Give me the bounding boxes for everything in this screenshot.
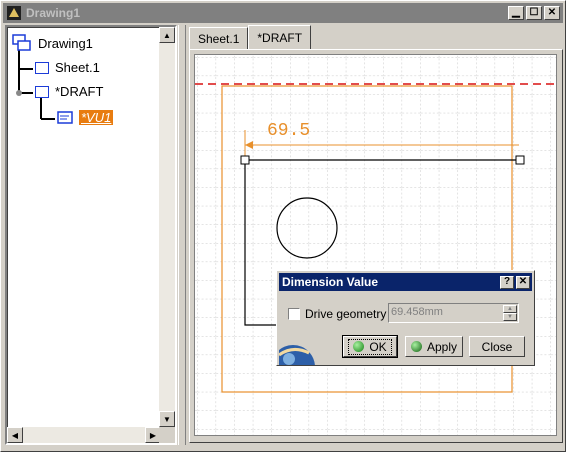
ok-label: OK: [369, 339, 387, 354]
apply-label: Apply: [426, 339, 458, 354]
close-icon: ✕: [547, 7, 557, 18]
drawing-canvas[interactable]: 69.5: [194, 54, 557, 436]
dimension-value-dialog: Dimension Value ? ✕ Drive geometry 69.45…: [276, 270, 535, 366]
dialog-close-icon-button[interactable]: ✕: [516, 275, 530, 289]
dialog-title: Dimension Value: [282, 275, 379, 289]
drawing-sheet: 69.5: [195, 55, 556, 435]
close-label: Close: [481, 339, 513, 354]
dimension-value-text: 69.458mm: [391, 306, 443, 318]
tree-item-label: Drawing1: [38, 35, 93, 51]
help-icon: ?: [503, 276, 511, 287]
tree-item-label: *DRAFT: [55, 84, 104, 99]
app-window: Drawing1 ▁ ☐ ✕ Drawing1 Sheet.1 *DRAFT *…: [0, 0, 566, 452]
tree-item-drawing1[interactable]: Drawing1: [11, 33, 93, 53]
scroll-down-button[interactable]: ▼: [159, 411, 175, 427]
scroll-up-button[interactable]: ▲: [159, 27, 175, 43]
tree-item-sheet1[interactable]: Sheet.1: [35, 60, 100, 75]
spin-down-icon[interactable]: ▼: [503, 313, 517, 321]
sheet-tabs: Sheet.1 *DRAFT: [189, 25, 312, 49]
value-spinner[interactable]: ▲ ▼: [503, 305, 517, 321]
spin-up-icon[interactable]: ▲: [503, 305, 517, 313]
close-window-button[interactable]: ✕: [544, 6, 560, 20]
drive-geometry-label: Drive geometry: [305, 307, 387, 321]
dialog-title-bar[interactable]: Dimension Value ? ✕: [279, 273, 532, 291]
tab-draft[interactable]: *DRAFT: [248, 25, 312, 49]
tree-item-draft[interactable]: *DRAFT: [35, 84, 103, 99]
specification-tree[interactable]: Drawing1 Sheet.1 *DRAFT *VU1 ▲ ▼ ◀ ▶: [5, 25, 177, 445]
window-title: Drawing1: [26, 6, 81, 20]
title-bar[interactable]: Drawing1 ▁ ☐ ✕: [3, 3, 563, 23]
apply-button[interactable]: Apply: [405, 336, 463, 357]
panel-splitter[interactable]: [178, 25, 186, 445]
drive-geometry-checkbox[interactable]: [288, 308, 300, 320]
sheet-icon: [35, 61, 49, 74]
tree-horizontal-scrollbar[interactable]: ◀ ▶: [7, 427, 161, 443]
selection-handle-right[interactable]: [515, 155, 525, 165]
drawing-icon: [12, 34, 31, 51]
arrow-up-icon: ▲: [163, 30, 171, 40]
scroll-left-button[interactable]: ◀: [7, 427, 23, 443]
maximize-button[interactable]: ☐: [526, 6, 542, 20]
arrow-right-icon: ▶: [149, 430, 157, 440]
drawing-frame: 69.5: [189, 49, 563, 443]
tree-vertical-scrollbar[interactable]: ▲ ▼: [159, 27, 175, 427]
tree-item-vu1[interactable]: *VU1: [57, 110, 114, 125]
dimension-text[interactable]: 69.5: [267, 121, 310, 141]
close-icon: ✕: [518, 276, 528, 287]
tab-sheet1[interactable]: Sheet.1: [189, 27, 249, 49]
arrow-down-icon: ▼: [163, 414, 171, 424]
maximize-icon: ☐: [529, 7, 539, 18]
green-led-icon: [410, 341, 422, 352]
selection-handle-left[interactable]: [240, 155, 250, 165]
dimension-value-field[interactable]: 69.458mm ▲ ▼: [388, 303, 519, 323]
minimize-button[interactable]: ▁: [508, 6, 524, 20]
globe-icon: [279, 345, 315, 365]
minimize-icon: ▁: [512, 7, 520, 18]
sheet-icon: [35, 85, 49, 98]
ok-button[interactable]: OK: [342, 335, 398, 358]
catia-app-icon: [7, 6, 21, 20]
tree-item-label-selected: *VU1: [79, 110, 114, 125]
help-button[interactable]: ?: [500, 275, 514, 289]
close-button[interactable]: Close: [469, 336, 525, 357]
arrow-left-icon: ◀: [11, 430, 19, 440]
green-led-icon: [353, 341, 365, 352]
sheet-grid: [195, 55, 556, 435]
scrollbar-corner: [159, 427, 175, 443]
view-icon: [57, 110, 73, 124]
tree-item-label: Sheet.1: [55, 60, 100, 75]
